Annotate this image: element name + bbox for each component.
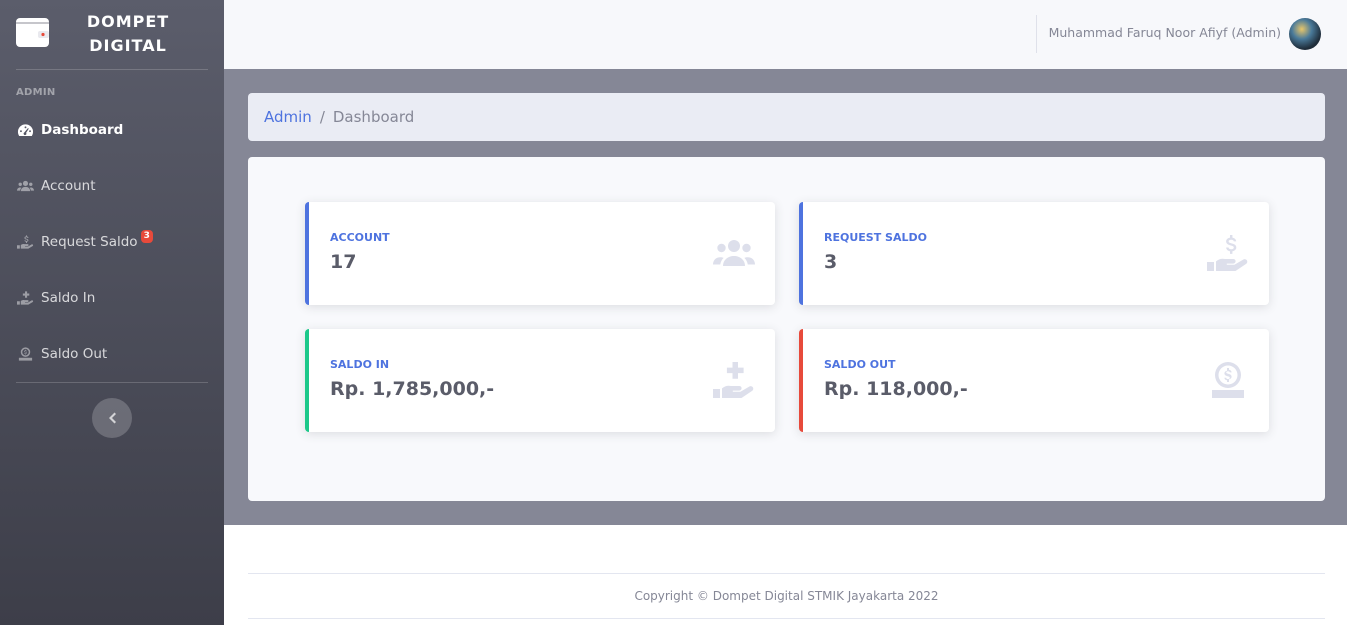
sidebar-item-saldo-out[interactable]: Saldo Out <box>0 334 224 374</box>
money-check-icon <box>16 347 34 361</box>
topbar-divider <box>1036 15 1037 53</box>
card-request-saldo: REQUEST SALDO 3 <box>799 202 1269 305</box>
card-value: Rp. 1,785,000,- <box>330 378 495 400</box>
sidebar-item-dashboard[interactable]: Dashboard <box>0 110 224 150</box>
sidebar-heading: ADMIN <box>16 87 56 98</box>
hand-holding-medical-icon <box>713 362 755 398</box>
sidebar-item-label: Dashboard <box>41 122 124 138</box>
brand-title-line2: DIGITAL <box>89 36 167 55</box>
card-value: 3 <box>824 251 838 273</box>
sidebar-item-label: Saldo Out <box>41 346 108 362</box>
breadcrumb-current: Dashboard <box>332 108 415 126</box>
dashboard-panel: ACCOUNT 17 REQUEST SALDO 3 SALDO IN Rp. … <box>248 157 1325 501</box>
sidebar-item-label: Saldo In <box>41 290 96 306</box>
avatar[interactable] <box>1289 18 1321 50</box>
hand-holding-usd-icon <box>1207 235 1249 271</box>
sidebar-divider <box>16 382 208 383</box>
card-account: ACCOUNT 17 <box>305 202 775 305</box>
tachometer-icon <box>16 123 34 137</box>
breadcrumb-separator: / <box>319 108 325 126</box>
sidebar-item-request-saldo[interactable]: Request Saldo 3 <box>0 222 224 262</box>
card-label: REQUEST SALDO <box>824 231 927 244</box>
footer-copyright: Copyright © Dompet Digital STMIK Jayakar… <box>634 589 939 603</box>
users-icon <box>16 179 34 193</box>
chevron-left-icon <box>109 412 116 424</box>
hand-holding-usd-icon <box>16 235 34 249</box>
card-saldo-out: SALDO OUT Rp. 118,000,- <box>799 329 1269 432</box>
breadcrumb-link-admin[interactable]: Admin <box>264 108 312 126</box>
sidebar-divider <box>16 69 208 70</box>
sidebar-item-account[interactable]: Account <box>0 166 224 206</box>
brand-title-line1: DOMPET <box>86 12 170 31</box>
card-value: 17 <box>330 251 357 273</box>
breadcrumb: Admin / Dashboard <box>248 93 1325 141</box>
card-saldo-in: SALDO IN Rp. 1,785,000,- <box>305 329 775 432</box>
hand-holding-medical-icon <box>16 291 34 305</box>
request-count-badge: 3 <box>140 229 153 243</box>
footer: Copyright © Dompet Digital STMIK Jayakar… <box>248 573 1325 619</box>
brand[interactable]: DOMPET DIGITAL <box>0 0 224 70</box>
sidebar: DOMPET DIGITAL ADMIN Dashboard Account R… <box>0 0 224 625</box>
users-icon <box>713 235 755 271</box>
topbar: Muhammad Faruq Noor Afiyf (Admin) <box>224 0 1347 69</box>
sidebar-item-label: Request Saldo <box>41 234 138 250</box>
sidebar-toggle-button[interactable] <box>92 398 132 438</box>
user-name[interactable]: Muhammad Faruq Noor Afiyf (Admin) <box>1049 25 1281 40</box>
card-label: SALDO IN <box>330 358 390 371</box>
card-label: SALDO OUT <box>824 358 896 371</box>
card-value: Rp. 118,000,- <box>824 378 968 400</box>
money-check-icon <box>1207 362 1249 398</box>
sidebar-item-label: Account <box>41 178 96 194</box>
brand-title: DOMPET DIGITAL <box>70 10 186 58</box>
wallet-icon <box>16 18 49 47</box>
card-label: ACCOUNT <box>330 231 390 244</box>
sidebar-item-saldo-in[interactable]: Saldo In <box>0 278 224 318</box>
